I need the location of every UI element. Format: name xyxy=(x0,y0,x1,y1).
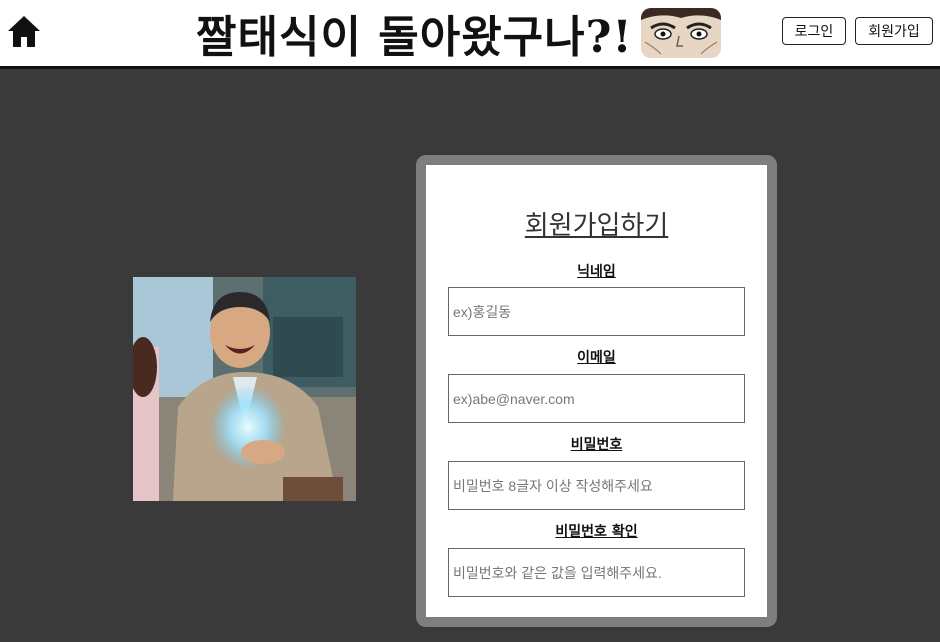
email-input[interactable] xyxy=(448,374,745,423)
home-button[interactable] xyxy=(6,14,42,50)
password-label: 비밀번호 xyxy=(570,437,623,453)
signup-button[interactable]: 회원가입 xyxy=(855,17,933,45)
title-wrap: 짤태식이 돌아왔구나?! xyxy=(196,0,721,66)
login-button[interactable]: 로그인 xyxy=(782,17,846,45)
password-input[interactable] xyxy=(448,461,745,510)
page-title: 짤태식이 돌아왔구나?! xyxy=(196,12,633,63)
meme-photo xyxy=(133,277,356,501)
signup-form: 회원가입하기 닉네임 이메일 비밀번호 비밀번호 확인 xyxy=(426,165,767,617)
nickname-label: 닉네임 xyxy=(577,264,616,280)
form-title: 회원가입하기 xyxy=(524,211,669,241)
email-label: 이메일 xyxy=(577,350,616,366)
home-icon xyxy=(8,16,40,47)
signup-panel: 회원가입하기 닉네임 이메일 비밀번호 비밀번호 확인 xyxy=(416,155,777,627)
header-bar: 짤태식이 돌아왔구나?! 로그인 회원가입 xyxy=(0,0,940,69)
password-confirm-input[interactable] xyxy=(448,548,745,597)
nickname-input[interactable] xyxy=(448,287,745,336)
password-confirm-label: 비밀번호 확인 xyxy=(555,524,638,540)
manga-face-icon xyxy=(640,8,721,58)
